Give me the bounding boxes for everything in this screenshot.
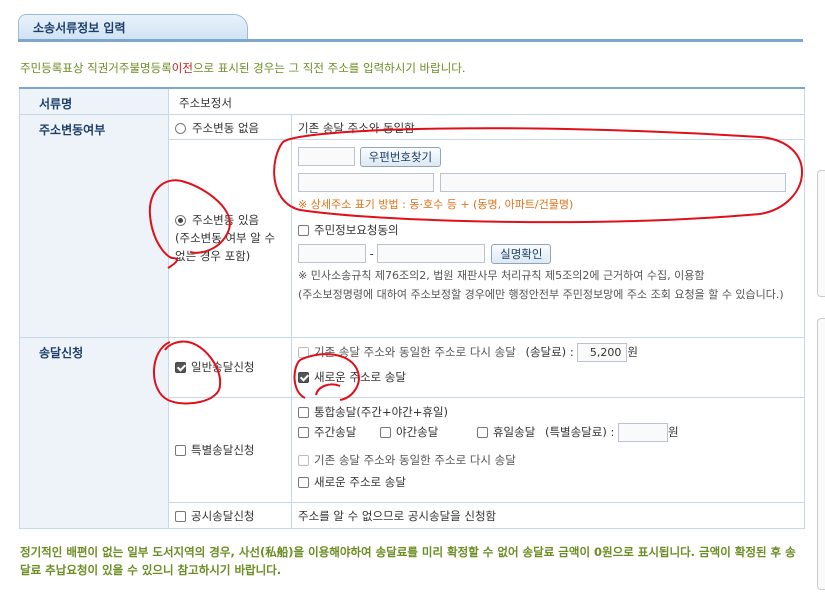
special-delivery-checkbox[interactable] <box>175 444 186 456</box>
law-note-2: (주소보정명령에 대하여 주소보정할 경우에만 행정안전부 주민정보망에 주소 … <box>298 287 784 301</box>
consent-label: 주민정보요청동의 <box>314 222 399 237</box>
general-delivery-cell: 일반송달신청 <box>168 336 292 398</box>
combined-delivery-label: 통합송달(주간+야간+휴일) <box>314 404 449 419</box>
public-delivery-desc-cell: 주소를 알 수 없으므로 공시송달을 신청함 <box>291 501 805 529</box>
zip-code-input[interactable] <box>298 147 355 166</box>
general-fee-label: (송달료) : <box>525 344 574 359</box>
changed-sublabel: (주소변동 여부 알 수 없는 경우 포함) <box>175 231 276 263</box>
general-delivery-label: 일반송달신청 <box>191 360 255 374</box>
special-fee-label: (특별송달료) : <box>544 424 615 439</box>
zip-search-button[interactable]: 우편번호찾기 <box>359 146 442 167</box>
law-note: ※ 민사소송규칙 제76조의2, 법원 재판사무 처리규칙 제5조의2에 근거하… <box>298 268 705 282</box>
special-delivery-cell: 특별송달신청 <box>168 396 292 503</box>
special-fee-input[interactable] <box>618 422 669 442</box>
form-table: 서류명 주소보정서 주소변동여부 주소변동 없음 기존 송달 주소와 동일함 주… <box>19 87 805 529</box>
general-new-address-label: 새로운 주소로 송달 <box>314 369 406 384</box>
side-panel-edge-1 <box>817 170 825 297</box>
general-options-cell: 기존 송달 주소와 동일한 주소로 다시 송달 (송달료) : 5,200 원 새… <box>291 336 805 398</box>
public-delivery-desc: 주소를 알 수 없으므로 공시송달을 신청함 <box>298 508 497 523</box>
changed-radio[interactable] <box>175 215 186 226</box>
public-delivery-checkbox[interactable] <box>175 510 186 522</box>
special-fee-unit: 원 <box>668 424 679 439</box>
general-fee-unit: 원 <box>627 344 638 359</box>
verify-name-button[interactable]: 실명확인 <box>491 243 552 264</box>
no-change-radio[interactable] <box>175 122 186 134</box>
public-delivery-cell: 공시송달신청 <box>168 501 292 529</box>
section-tab: 소송서류정보 입력 <box>18 14 248 40</box>
no-change-label: 주소변동 없음 <box>192 120 260 135</box>
delivery-label: 송달신청 <box>19 336 169 529</box>
special-delivery-label: 특별송달신청 <box>191 442 255 457</box>
doc-type-label: 서류명 <box>19 87 169 115</box>
address-hint: ※ 상세주소 표기 방법 : 동·호수 등 + (동명, 아파트/건물명) <box>298 197 574 211</box>
general-same-address-checkbox[interactable] <box>298 346 309 358</box>
changed-cell: 주소변동 있음 (주소변동 여부 알 수 없는 경우 포함) <box>168 138 292 338</box>
holiday-delivery-checkbox[interactable] <box>476 426 488 438</box>
section-divider <box>18 39 803 42</box>
notice-highlight: 이전 <box>171 61 193 75</box>
general-same-address-label: 기존 송달 주소와 동일한 주소로 다시 송달 <box>314 344 516 359</box>
side-panel-edge-2 <box>817 318 825 590</box>
no-change-cell: 주소변동 없음 <box>168 113 292 140</box>
address-input-cell: 우편번호찾기 ※ 상세주소 표기 방법 : 동·호수 등 + (동명, 아파트/… <box>291 138 805 338</box>
address-change-label: 주소변동여부 <box>19 113 169 338</box>
resident-id-front-input[interactable] <box>298 244 366 263</box>
general-fee-input[interactable]: 5,200 <box>577 342 628 362</box>
special-new-address-label: 새로운 주소로 송달 <box>314 474 406 489</box>
day-delivery-checkbox[interactable] <box>298 426 309 438</box>
changed-label: 주소변동 있음 <box>192 213 260 227</box>
notice-text: 주민등록표상 직권거주불명등록이전으로 표시된 경우는 그 직전 주소를 입력하… <box>20 61 466 75</box>
night-delivery-checkbox[interactable] <box>379 426 391 438</box>
special-same-address-label: 기존 송달 주소와 동일한 주소로 다시 송달 <box>314 452 516 467</box>
combined-delivery-checkbox[interactable] <box>298 406 309 418</box>
footer-note: 정기적인 배편이 없는 일부 도서지역의 경우, 사선(私船)을 이용해야하여 … <box>20 545 796 577</box>
day-delivery-label: 주간송달 <box>314 424 357 439</box>
dash: - <box>369 246 374 260</box>
general-delivery-checkbox[interactable] <box>175 362 186 373</box>
no-change-desc-cell: 기존 송달 주소와 동일함 <box>291 113 805 140</box>
address-detail-input[interactable] <box>439 172 786 192</box>
no-change-desc: 기존 송달 주소와 동일함 <box>298 120 415 135</box>
public-delivery-label: 공시송달신청 <box>191 508 255 523</box>
special-options-cell: 통합송달(주간+야간+휴일) 주간송달 야간송달 휴일송달 (특별송달료) : … <box>291 396 805 503</box>
night-delivery-label: 야간송달 <box>395 424 439 439</box>
resident-id-back-input[interactable] <box>377 244 486 263</box>
address-input[interactable] <box>298 172 434 192</box>
consent-checkbox[interactable] <box>298 224 309 236</box>
general-new-address-checkbox[interactable] <box>298 371 309 383</box>
holiday-delivery-label: 휴일송달 <box>492 424 536 439</box>
doc-type-value: 주소보정서 <box>168 87 805 115</box>
special-new-address-checkbox[interactable] <box>298 476 309 488</box>
special-same-address-checkbox[interactable] <box>298 454 309 466</box>
